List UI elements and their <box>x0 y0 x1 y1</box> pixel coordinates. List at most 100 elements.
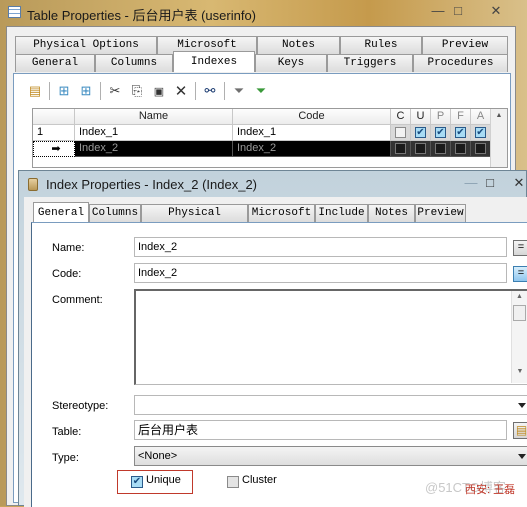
toolbar-separator <box>224 82 225 100</box>
copy-icon[interactable]: ⎘ <box>126 81 148 101</box>
row-name[interactable]: Index_2 <box>75 141 233 157</box>
tab-include[interactable]: Include <box>315 204 368 222</box>
delete-icon[interactable]: ✕ <box>170 81 192 101</box>
tab-procedures[interactable]: Procedures <box>413 54 508 72</box>
type-dropdown[interactable]: <None> <box>134 446 527 466</box>
header-p[interactable]: P <box>431 109 451 125</box>
tab-indexes[interactable]: Indexes <box>173 51 255 72</box>
table-icon <box>8 6 21 18</box>
row-marker-arrow: ➡ <box>33 141 75 157</box>
checkbox-p[interactable] <box>435 143 446 154</box>
checkbox-c[interactable] <box>395 127 406 138</box>
properties-icon[interactable]: ▤ <box>24 81 46 101</box>
filter-apply-icon[interactable]: ⏷ <box>250 81 272 101</box>
tab-columns[interactable]: Columns <box>89 204 141 222</box>
checkbox-c[interactable] <box>395 143 406 154</box>
header-name[interactable]: Name <box>75 109 233 125</box>
checkbox-a[interactable] <box>475 143 486 154</box>
general-panel: Name: Index_2 = Code: Index_2 = Comment:… <box>31 222 527 507</box>
toolbar-separator <box>195 82 196 100</box>
row-code[interactable]: Index_2 <box>233 141 391 157</box>
scroll-thumb[interactable] <box>513 305 526 321</box>
stereotype-dropdown[interactable] <box>134 395 527 415</box>
minimize-button[interactable]: — <box>461 175 481 190</box>
name-field[interactable]: Index_2 <box>134 237 507 257</box>
unique-label: Unique <box>146 474 181 486</box>
scroll-up-icon[interactable]: ▲ <box>491 112 507 119</box>
comment-label: Comment: <box>52 294 103 306</box>
row-code[interactable]: Index_1 <box>233 125 391 141</box>
tab-physical-options[interactable]: Physical Options <box>141 204 248 236</box>
comment-textarea[interactable]: ▲ ▼ <box>134 289 527 385</box>
cluster-label: Cluster <box>242 474 277 486</box>
close-button[interactable]: ✕ <box>486 3 506 19</box>
code-equal-button[interactable]: = <box>513 266 527 282</box>
stereotype-label: Stereotype: <box>52 400 109 412</box>
checkbox-u[interactable] <box>415 143 426 154</box>
maximize-button[interactable]: □ <box>480 175 500 190</box>
header-code[interactable]: Code <box>233 109 391 125</box>
name-equal-button[interactable]: = <box>513 240 527 256</box>
tab-microsoft[interactable]: Microsoft <box>248 204 315 222</box>
type-chevron-down-icon[interactable] <box>518 454 526 459</box>
header-f[interactable]: F <box>451 109 471 125</box>
tab-columns[interactable]: Columns <box>95 54 173 72</box>
stereotype-chevron-down-icon[interactable] <box>518 403 526 408</box>
maximize-button[interactable]: □ <box>448 3 468 18</box>
window-title: Table Properties - 后台用户表 (userinfo) <box>27 8 257 23</box>
tab-general[interactable]: General <box>15 54 95 72</box>
tab-rules[interactable]: Rules <box>340 36 422 54</box>
checkbox-a[interactable]: ✔ <box>475 127 486 138</box>
toolbar-separator <box>100 82 101 100</box>
cut-icon[interactable]: ✂ <box>104 81 126 101</box>
dialog-title: Index Properties - Index_2 (Index_2) <box>46 177 258 192</box>
checkbox-f[interactable]: ✔ <box>455 127 466 138</box>
table-row-selected[interactable]: ➡ Index_2 Index_2 <box>33 141 491 157</box>
code-field[interactable]: Index_2 <box>134 263 507 283</box>
tab-notes[interactable]: Notes <box>368 204 415 222</box>
checkbox-u[interactable]: ✔ <box>415 127 426 138</box>
grid-header-row: Name Code C U P F A <box>33 109 491 125</box>
toolbar-separator <box>49 82 50 100</box>
tab-triggers[interactable]: Triggers <box>327 54 413 72</box>
title-bar: Table Properties - 后台用户表 (userinfo) — □ … <box>0 0 527 26</box>
grid-scrollbar[interactable]: ▲ <box>490 109 507 167</box>
header-a[interactable]: A <box>471 109 491 125</box>
add-row-icon[interactable]: ⊞ <box>75 81 97 101</box>
name-label: Name: <box>52 242 85 254</box>
find-icon[interactable]: ⚯ <box>199 81 221 101</box>
checkbox-p[interactable]: ✔ <box>435 127 446 138</box>
tab-row-bottom: General Columns Indexes Keys Triggers Pr… <box>15 51 508 72</box>
minimize-button[interactable]: — <box>428 3 448 18</box>
header-c[interactable]: C <box>391 109 411 125</box>
unique-checkbox[interactable]: ✔ <box>131 476 143 488</box>
table-row[interactable]: 1 Index_1 Index_1 ✔ ✔ ✔ ✔ <box>33 125 491 141</box>
tab-notes[interactable]: Notes <box>257 36 340 54</box>
dialog-body: General Columns Physical Options Microso… <box>24 197 527 507</box>
tab-preview[interactable]: Preview <box>422 36 508 54</box>
type-label: Type: <box>52 452 79 464</box>
header-u[interactable]: U <box>411 109 431 125</box>
tab-physical-options[interactable]: Physical Options <box>15 36 157 54</box>
table-properties-icon[interactable]: ▤ <box>513 422 527 439</box>
row-marker: 1 <box>33 125 75 141</box>
close-button[interactable]: ✕ <box>509 175 527 191</box>
tab-preview[interactable]: Preview <box>415 204 466 222</box>
indexes-grid: Name Code C U P F A 1 Index_1 Index_1 ✔ … <box>32 108 508 168</box>
filter-edit-icon[interactable]: ⏷ <box>228 81 250 101</box>
scroll-up-icon[interactable]: ▲ <box>512 291 527 303</box>
tab-keys[interactable]: Keys <box>255 54 327 72</box>
author-signature: 西安: 王磊 <box>465 484 516 496</box>
row-name[interactable]: Index_1 <box>75 125 233 141</box>
code-label: Code: <box>52 268 82 280</box>
cluster-checkbox[interactable] <box>227 476 239 488</box>
table-field[interactable]: 后台用户表 <box>134 420 507 440</box>
scroll-down-icon[interactable]: ▼ <box>512 363 527 381</box>
table-label: Table: <box>52 426 82 438</box>
insert-row-icon[interactable]: ⊞ <box>53 81 75 101</box>
dialog-tab-row: General Columns Physical Options Microso… <box>33 202 466 236</box>
checkbox-f[interactable] <box>455 143 466 154</box>
tab-general[interactable]: General <box>33 202 89 223</box>
comment-scrollbar[interactable]: ▲ ▼ <box>511 291 527 383</box>
paste-icon[interactable]: ▣ <box>148 81 170 101</box>
